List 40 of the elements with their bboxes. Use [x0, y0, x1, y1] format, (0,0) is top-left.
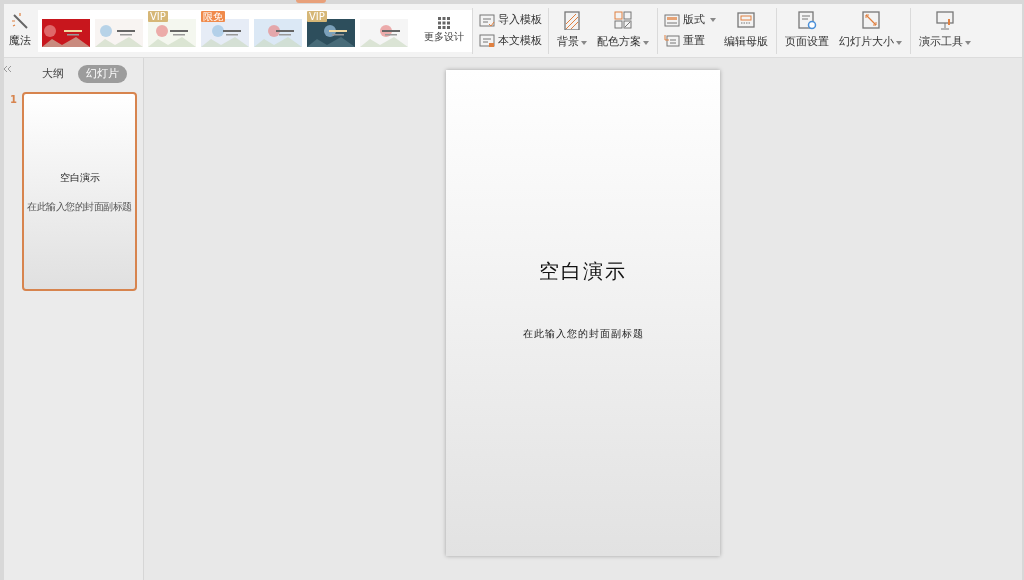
- toolbar-button[interactable]: 演示工具: [917, 10, 973, 51]
- toolbar-button[interactable]: 重置: [664, 32, 716, 49]
- toolbar-button[interactable]: 背景: [555, 10, 589, 51]
- template-badge: VIP: [148, 10, 168, 22]
- collapse-icon: [4, 66, 12, 72]
- reset-icon: [664, 33, 680, 49]
- template-badge: VIP: [307, 10, 327, 22]
- caret-icon: [965, 40, 971, 45]
- template-badge: 限免: [201, 10, 225, 22]
- caret-icon: [710, 18, 716, 23]
- slide-subtitle[interactable]: 在此输入您的封面副标题: [522, 326, 644, 341]
- toolbar-button[interactable]: 导入模板: [479, 12, 542, 29]
- caret-icon: [643, 40, 649, 45]
- more-designs-button[interactable]: 更多设计: [420, 17, 468, 44]
- caret-icon: [581, 40, 587, 45]
- slide-number: 1: [10, 93, 16, 107]
- page-setup-icon: [797, 10, 817, 31]
- template-icon: [479, 12, 495, 28]
- template-icon: [479, 33, 495, 49]
- toolbar-button[interactable]: 本文模板: [479, 32, 542, 49]
- background-icon: [562, 10, 582, 31]
- tab-indicator: [296, 0, 326, 3]
- slide-size-icon: [860, 10, 881, 31]
- layout-icon: [664, 12, 680, 28]
- slide-thumbnail[interactable]: 空白演示 在此输入您的封面副标题: [22, 92, 137, 291]
- magic-button[interactable]: 魔法: [4, 5, 36, 56]
- caret-icon: [896, 40, 902, 45]
- master-slide-icon: [736, 10, 756, 31]
- toolbar-button[interactable]: 版式: [664, 12, 716, 29]
- grid-icon: [438, 17, 450, 29]
- toolbar-button[interactable]: 编辑母版: [722, 10, 770, 51]
- toolbar-button[interactable]: 页面设置: [783, 10, 831, 51]
- toolbar-button[interactable]: 配色方案: [595, 10, 651, 51]
- thumbnail-subtitle: 在此输入您的封面副标题: [27, 199, 132, 214]
- slide-title[interactable]: 空白演示: [539, 256, 627, 286]
- color-scheme-icon: [613, 10, 633, 31]
- toolbar-button[interactable]: 幻灯片大小: [837, 10, 904, 51]
- thumbnail-title: 空白演示: [59, 170, 100, 185]
- presentation-board-icon: [935, 10, 955, 31]
- panel-tab[interactable]: 大纲: [34, 64, 72, 84]
